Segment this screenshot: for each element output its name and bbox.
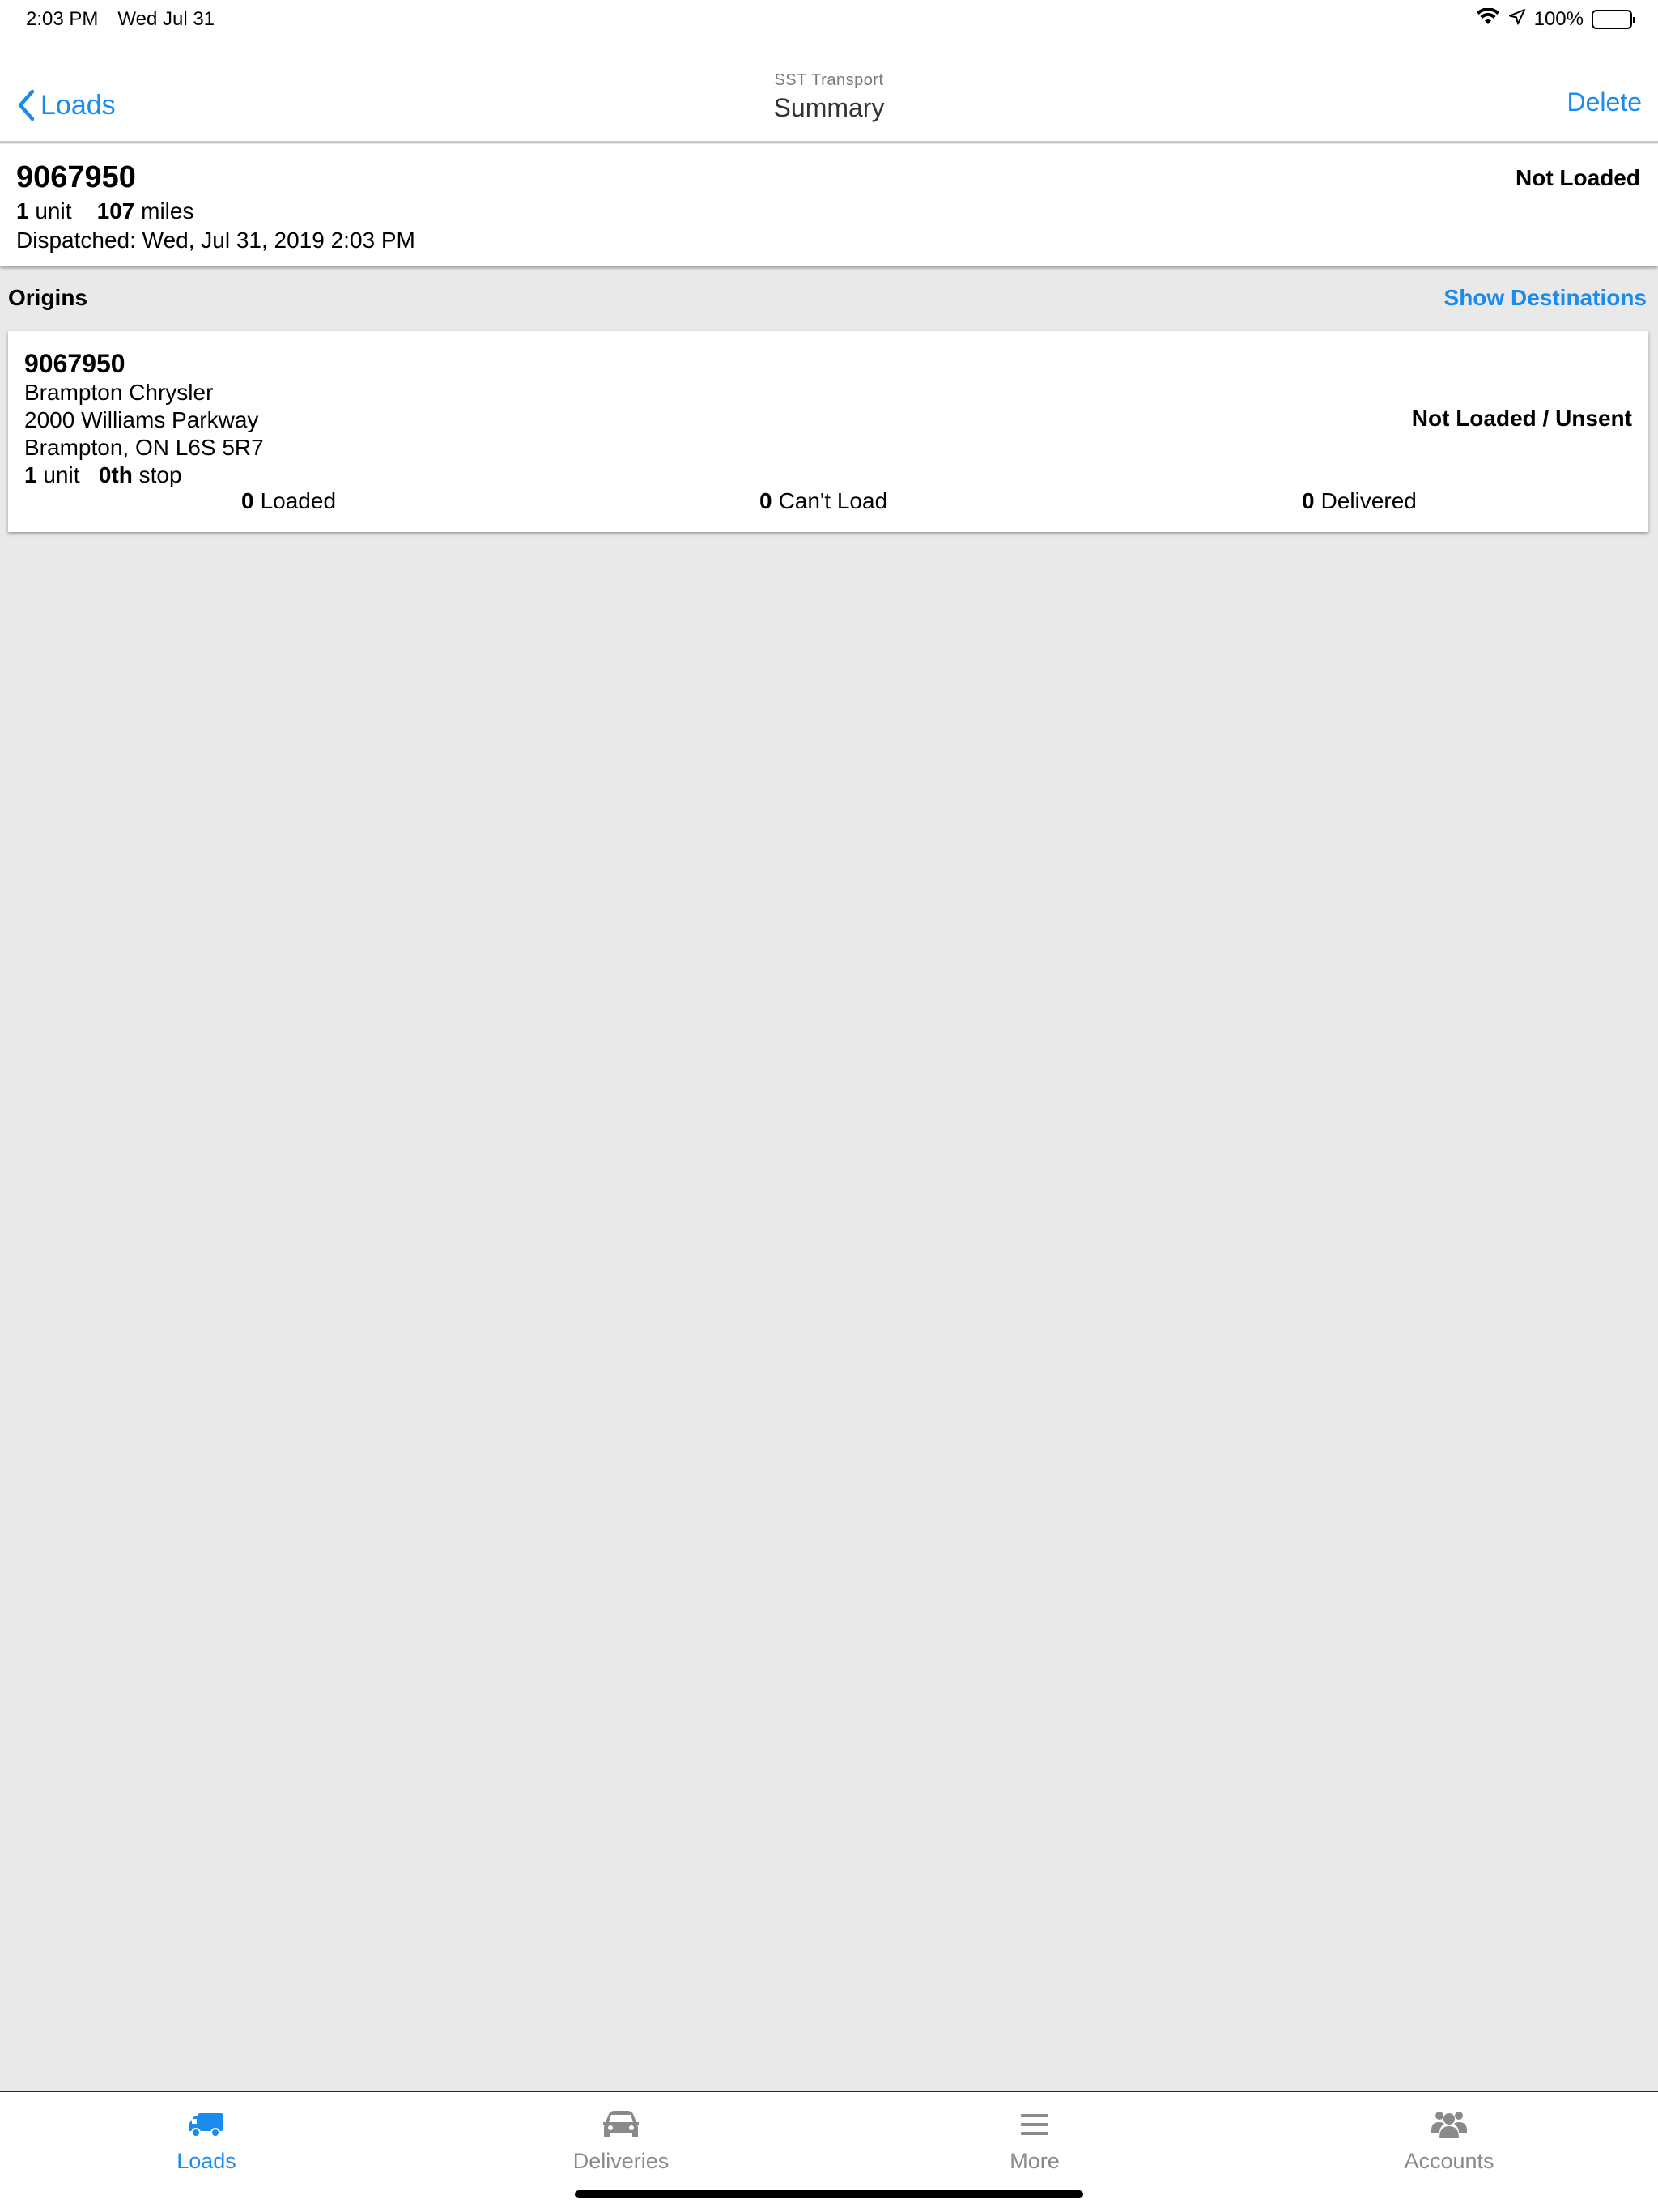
cant-load-count-value: 0 [759,488,772,513]
users-icon [1344,2105,1554,2144]
tab-accounts[interactable]: Accounts [1344,2105,1554,2174]
load-miles-count: 107 [96,198,135,223]
origins-section-header: Origins Show Destinations [0,275,1658,321]
origin-stop-label: stop [138,462,182,487]
load-units-count: 1 [16,198,29,223]
loaded-count-label: Loaded [260,488,337,513]
home-indicator[interactable] [575,2190,1083,2198]
nav-subtitle: SST Transport [774,71,884,89]
delivered-count: 0 Delivered [1302,488,1417,514]
location-icon [1508,8,1526,32]
loaded-count: 0 Loaded [241,488,336,514]
cant-load-count-label: Can't Load [778,488,888,513]
battery-percent: 100% [1533,8,1584,30]
origin-number: 9067950 [24,349,125,378]
delivered-count-value: 0 [1302,488,1315,513]
page-title: Summary [773,93,885,122]
status-bar: 2:03 PM Wed Jul 31 100% [0,0,1658,39]
nav-title-group: SST Transport Summary [0,71,1658,123]
truck-icon [101,2105,312,2144]
tab-more[interactable]: More [929,2105,1140,2174]
tab-more-label: More [1010,2149,1060,2173]
tab-deliveries-label: Deliveries [572,2149,670,2173]
origin-units-count: 1 [24,462,37,487]
origin-city: Brampton, ON L6S 5R7 [24,435,264,460]
load-dispatched: Dispatched: Wed, Jul 31, 2019 2:03 PM [16,228,415,253]
load-miles-label: miles [141,198,194,223]
status-time: 2:03 PM [26,8,99,30]
load-summary-card: 9067950 1 unit 107 miles Dispatched: Wed… [0,144,1658,266]
origin-card[interactable]: 9067950 Brampton Chrysler 2000 Williams … [8,331,1648,532]
menu-icon [929,2105,1140,2144]
section-title: Origins [8,285,88,310]
delete-button[interactable]: Delete [1567,87,1643,117]
show-destinations-button[interactable]: Show Destinations [1444,285,1650,311]
tab-accounts-label: Accounts [1404,2149,1494,2173]
origin-units-stop: 1 unit 0th stop [24,462,1632,489]
origin-status-badge: Not Loaded / Unsent [1411,406,1632,431]
origin-street: 2000 Williams Parkway [24,407,259,432]
origin-name: Brampton Chrysler [24,380,214,405]
car-icon [516,2105,726,2144]
status-date: Wed Jul 31 [117,8,215,30]
delivered-count-label: Delivered [1320,488,1417,513]
load-units-label: unit [35,198,72,223]
tab-deliveries[interactable]: Deliveries [516,2105,726,2174]
tab-loads-label: Loads [176,2149,236,2173]
battery-icon [1592,10,1635,29]
navigation-bar: Loads SST Transport Summary Delete [0,39,1658,143]
cant-load-count: 0 Can't Load [759,488,887,514]
wifi-icon [1476,6,1500,32]
origin-units-label: unit [43,462,80,487]
load-status-badge: Not Loaded [1516,165,1640,190]
loaded-count-value: 0 [241,488,254,513]
tab-loads[interactable]: Loads [101,2105,312,2174]
load-number: 9067950 [16,160,136,194]
origin-stop-number: 0th [98,462,133,487]
load-units-miles: 1 unit 107 miles [16,198,1642,224]
origin-counts: 0 Loaded 0 Can't Load 0 Delivered [8,488,1648,517]
